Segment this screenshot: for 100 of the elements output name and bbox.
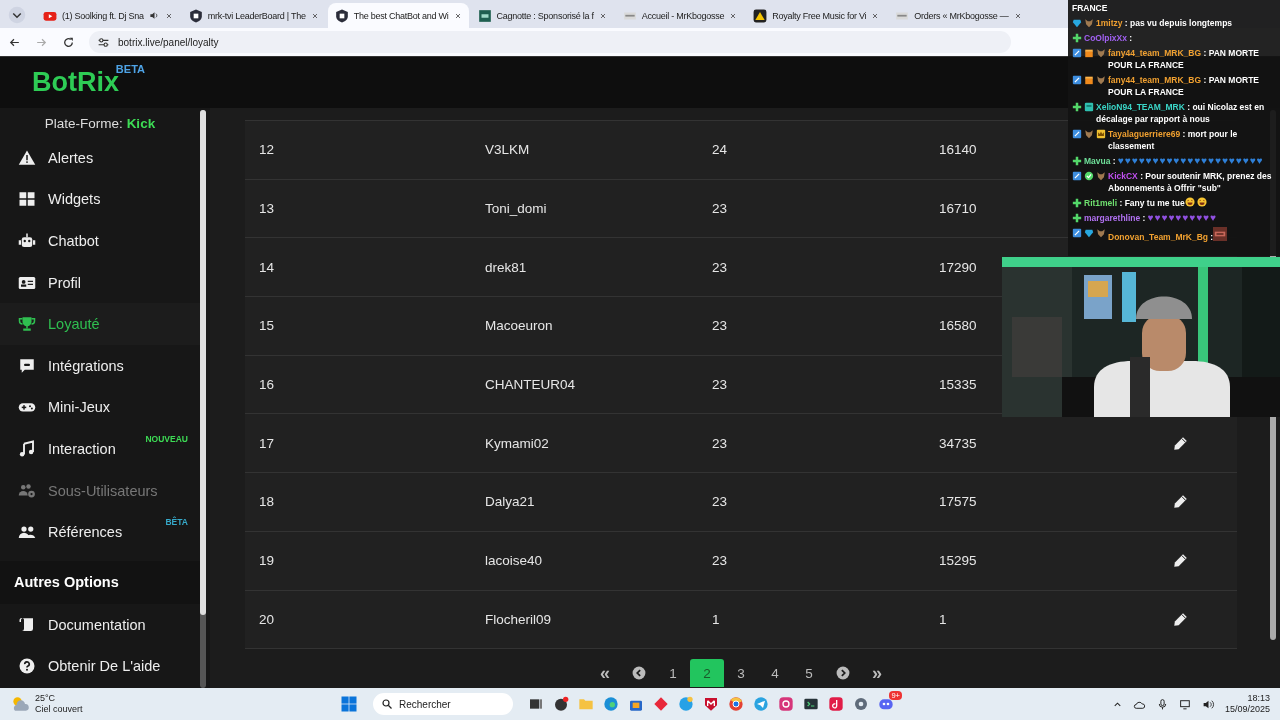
table-cell: 17575 [939, 494, 977, 510]
page-button[interactable]: 4 [758, 659, 792, 688]
table-cell: 17 [259, 435, 275, 451]
browser-tab[interactable]: (1) Soolking ft. Dj Sna [36, 3, 180, 28]
music-app-icon [828, 696, 844, 712]
table-cell: 15 [259, 318, 275, 334]
table-cell: 19 [259, 553, 275, 569]
plus-icon [1072, 198, 1082, 208]
clock-date: 15/09/2025 [1224, 704, 1270, 715]
chat-message: Mavua : ♥♥♥♥♥♥♥♥♥♥♥♥♥♥♥♥♥♥♥♥♥ [1084, 156, 1264, 166]
table-cell: 16 [259, 377, 275, 393]
table-cell: Macoeuron [485, 318, 553, 334]
site-settings-icon [97, 35, 110, 49]
browser-tab[interactable]: Orders « MrKbogosse — [888, 3, 1029, 28]
table-cell: Dalya21 [485, 494, 535, 510]
scroll-icon [18, 615, 36, 634]
circle-chevron-icon[interactable] [632, 666, 646, 681]
paper-plane-icon [753, 696, 769, 712]
badge-label: NOUVEAU [145, 434, 188, 445]
sidebar-item[interactable]: Obtenir De L'aide [0, 645, 200, 688]
close-icon [310, 11, 319, 20]
sidebar-item[interactable]: Mini-Jeux [0, 386, 200, 429]
animal-head-icon [1084, 129, 1094, 139]
chat-message: fany44_team_MRK_BG : PAN MORTE POUR LA FRANCE [1108, 75, 1259, 97]
users-gear-icon [18, 481, 36, 500]
sidebar-item[interactable]: Profil [0, 261, 200, 304]
check-circle-icon [1084, 171, 1094, 181]
first-page-button[interactable]: « [588, 659, 622, 688]
square-icon [477, 8, 492, 23]
sidebar-item[interactable]: Intégrations [0, 344, 200, 387]
browser-tab[interactable]: The best ChatBot and Wi [327, 3, 469, 28]
circle-chevron-icon[interactable] [836, 666, 850, 681]
edit-pencil-icon[interactable] [1172, 611, 1188, 627]
table-cell: Toni_domi [485, 201, 547, 217]
table-cell: 24 [712, 142, 728, 158]
last-page-button[interactable]: » [860, 659, 894, 688]
table-cell: 34735 [939, 435, 977, 451]
laughing-face-icon [1196, 197, 1207, 207]
close-icon [164, 11, 173, 20]
diamond-shape-icon [653, 696, 669, 712]
close-icon [453, 11, 462, 20]
table-cell: 23 [712, 377, 728, 393]
sidebar-item[interactable]: Interaction NOUVEAU [0, 428, 200, 470]
square-badge-icon [1072, 48, 1082, 58]
shield-icon [334, 8, 349, 23]
table-cell: V3LKM [485, 142, 530, 158]
temperature: 25°C [35, 693, 57, 704]
plus-icon [1072, 33, 1082, 43]
browser-tab[interactable]: Royalty Free Music for Vi [746, 3, 887, 28]
table-cell: 23 [712, 553, 728, 569]
browser-tab[interactable]: mrk-tvi LeaderBoard | The [181, 3, 326, 28]
table-cell: 23 [712, 318, 728, 334]
terminal-icon [803, 696, 819, 712]
windows-logo-icon [340, 695, 358, 713]
sidebar-item[interactable]: Références BÊTA [0, 511, 200, 553]
browser-tab[interactable]: Cagnotte : Sponsorisé la f [470, 3, 614, 28]
browser-tab[interactable]: Accueil - MrKbogosse [615, 3, 745, 28]
laughing-face-icon [1184, 197, 1195, 207]
table-cell: 17290 [939, 259, 977, 275]
table-cell: 14 [259, 259, 275, 275]
animal-head-icon [1096, 228, 1106, 238]
page-button[interactable]: 3 [724, 659, 758, 688]
trophy-icon [18, 315, 36, 334]
table-cell: 1 [939, 611, 947, 627]
music-note-icon [18, 439, 36, 458]
scrollbar[interactable] [200, 110, 206, 688]
square-badge-icon [1072, 228, 1082, 238]
edit-pencil-icon[interactable] [1172, 435, 1188, 451]
close-icon [871, 11, 880, 20]
chat-message: KickCX : Pour soutenir MRK, prenez des Abonnements à Offrir "sub" [1108, 171, 1272, 193]
table-cell: CHANTEUR04 [485, 377, 576, 393]
table-cell: 15335 [939, 377, 977, 393]
plus-icon [1072, 156, 1082, 166]
sidebar-item[interactable]: Documentation [0, 603, 200, 646]
reload-icon [62, 35, 75, 49]
sidebar-item[interactable]: Widgets [0, 178, 200, 221]
page-button[interactable]: 1 [656, 659, 690, 688]
badge-label: BÊTA [165, 517, 188, 528]
sidebar-item[interactable]: Alertes [0, 137, 200, 179]
sidebar-item[interactable]: Chatbot [0, 220, 200, 262]
table-cell: 23 [712, 259, 728, 275]
address-bar[interactable]: botrix.live/panel/loyalty [89, 31, 1011, 53]
table-cell: 15295 [939, 553, 977, 569]
crown-icon [1096, 129, 1106, 139]
chat-message: FRANCE [1072, 3, 1108, 13]
page-button[interactable]: 2 [690, 659, 724, 688]
dropdown-icon [8, 6, 26, 24]
table-cell: Flocheril09 [485, 611, 552, 627]
edit-pencil-icon[interactable] [1172, 494, 1188, 510]
camera-app-icon [778, 696, 794, 712]
page-button[interactable]: 5 [792, 659, 826, 688]
chat-message: fany44_team_MRK_BG : PAN MORTE POUR LA FRANCE [1108, 48, 1259, 70]
table-cell: lacoise40 [485, 553, 543, 569]
table-cell: 16580 [939, 318, 977, 334]
edit-pencil-icon[interactable] [1172, 553, 1188, 569]
triangle-icon [753, 8, 768, 23]
sidebar-item[interactable]: Loyauté [0, 303, 200, 345]
chat-bubble-icon [18, 356, 36, 375]
shield-m-icon [703, 696, 719, 712]
search-field[interactable]: Rechercher [373, 693, 513, 715]
